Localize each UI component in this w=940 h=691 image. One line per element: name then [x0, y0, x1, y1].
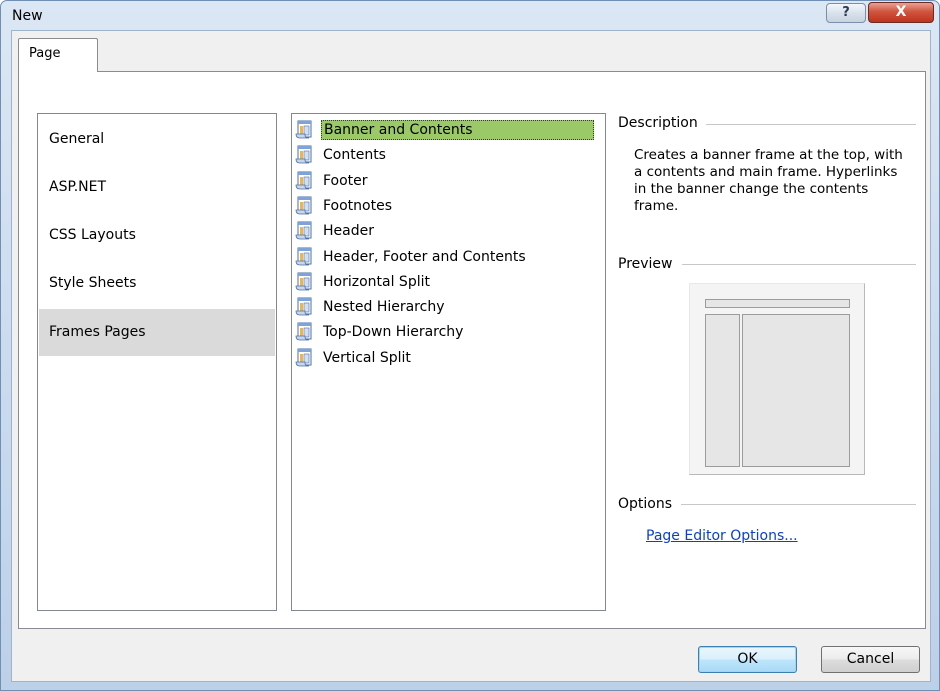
- category-item-css-layouts[interactable]: CSS Layouts: [39, 212, 275, 259]
- template-item-nested-hierarchy[interactable]: Nested Hierarchy: [295, 295, 447, 319]
- frames-page-icon: [295, 145, 313, 165]
- frames-page-icon: [295, 322, 313, 342]
- template-item-horizontal-split[interactable]: Horizontal Split: [295, 270, 432, 294]
- preview-divider: [682, 264, 916, 265]
- frames-page-icon: [295, 348, 313, 368]
- template-label: Top-Down Hierarchy: [323, 324, 464, 341]
- description-divider: [706, 124, 916, 125]
- category-label: Style Sheets: [49, 275, 137, 291]
- frames-page-icon: [295, 120, 313, 140]
- template-label: Footer: [323, 172, 368, 189]
- tab-page[interactable]: Page: [18, 38, 98, 72]
- category-list[interactable]: General ASP.NET CSS Layouts Style Sheets…: [37, 113, 277, 611]
- help-button[interactable]: ?: [826, 3, 866, 23]
- template-label: Footnotes: [323, 197, 393, 214]
- preview-contents-frame: [705, 314, 740, 467]
- category-label: CSS Layouts: [49, 227, 136, 243]
- frames-page-icon: [295, 297, 313, 317]
- template-item-header[interactable]: Header: [295, 219, 376, 243]
- frames-page-icon: [295, 247, 313, 267]
- dialog-title: New: [12, 8, 43, 24]
- template-item-footnotes[interactable]: Footnotes: [295, 194, 394, 218]
- category-item-general[interactable]: General: [39, 116, 275, 163]
- options-heading: Options: [618, 496, 678, 512]
- template-label: Banner and Contents: [321, 120, 594, 140]
- frames-page-icon: [295, 171, 313, 191]
- description-text: Creates a banner frame at the top, with …: [634, 147, 903, 214]
- frames-page-icon: [295, 196, 313, 216]
- help-icon: ?: [842, 5, 850, 20]
- template-item-top-down-hierarchy[interactable]: Top-Down Hierarchy: [295, 320, 465, 344]
- preview-thumbnail: [689, 283, 865, 475]
- preview-heading: Preview: [618, 256, 678, 272]
- template-item-banner-and-contents[interactable]: Banner and Contents: [295, 118, 594, 142]
- category-label: Frames Pages: [49, 324, 146, 340]
- template-label: Header: [323, 223, 374, 240]
- options-divider: [681, 504, 916, 505]
- page-editor-options-link[interactable]: Page Editor Options...: [646, 528, 798, 544]
- cancel-button[interactable]: Cancel: [821, 646, 920, 673]
- close-icon: X: [895, 4, 907, 20]
- frames-page-icon: [295, 221, 313, 241]
- category-item-style-sheets[interactable]: Style Sheets: [39, 260, 275, 307]
- template-item-contents[interactable]: Contents: [295, 143, 388, 167]
- template-label: Horizontal Split: [323, 273, 430, 290]
- category-item-frames-pages[interactable]: Frames Pages: [39, 309, 275, 356]
- template-label: Header, Footer and Contents: [323, 248, 526, 265]
- template-list[interactable]: Banner and Contents Contents Footer Footnot…: [291, 113, 606, 611]
- preview-banner-frame: [705, 299, 850, 308]
- template-label: Nested Hierarchy: [323, 299, 445, 316]
- close-button[interactable]: X: [868, 2, 934, 23]
- preview-main-frame: [742, 314, 850, 467]
- ok-button[interactable]: OK: [698, 646, 797, 673]
- description-heading: Description: [618, 115, 703, 131]
- template-label: Vertical Split: [323, 349, 411, 366]
- frames-page-icon: [295, 272, 313, 292]
- template-item-footer[interactable]: Footer: [295, 169, 370, 193]
- category-item-aspnet[interactable]: ASP.NET: [39, 164, 275, 211]
- template-item-header-footer-and-contents[interactable]: Header, Footer and Contents: [295, 245, 528, 269]
- category-label: ASP.NET: [49, 179, 107, 195]
- category-label: General: [49, 131, 105, 147]
- tab-page-label: Page: [29, 46, 61, 61]
- template-label: Contents: [323, 147, 386, 164]
- dialog-window: New ? X Page General ASP.NET CSS Layouts…: [0, 0, 940, 691]
- template-item-vertical-split[interactable]: Vertical Split: [295, 346, 413, 370]
